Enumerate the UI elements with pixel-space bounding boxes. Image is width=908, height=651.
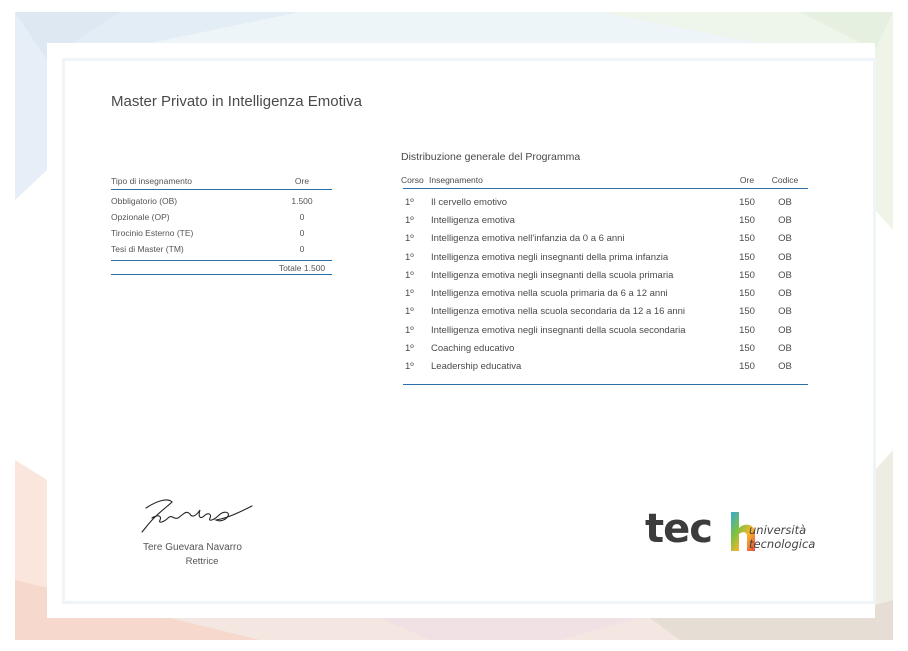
table-row: 1º Coaching educativo 150 OB	[403, 339, 808, 357]
row-hours: 150	[739, 306, 755, 318]
teaching-table-header: Tipo di insegnamento Ore	[111, 176, 332, 190]
row-hours: 150	[739, 251, 755, 263]
row-course: 1º	[405, 324, 414, 336]
header-hours: Ore	[294, 176, 310, 186]
table-row: 1º Leadership educativa 150 OB	[403, 358, 808, 376]
logo-line-universita: università	[749, 523, 807, 537]
header-hours: Ore	[739, 175, 755, 185]
program-table-header: Corso Insegnamento Ore Codice	[401, 172, 808, 189]
signatory-role: Rettrice	[185, 556, 219, 567]
row-type: Tirocinio Esterno (TE)	[111, 228, 194, 238]
row-hours: 1.500	[291, 196, 313, 206]
row-hours: 150	[739, 324, 755, 336]
row-course: 1º	[405, 251, 414, 263]
table-row: 1º Il cervello emotivo 150 OB	[403, 193, 808, 211]
total-row: Totale 1.500	[111, 260, 332, 275]
row-code: OB	[778, 306, 792, 318]
table-end-rule	[403, 383, 808, 385]
teaching-type-table: Tipo di insegnamento Ore Obbligatorio (O…	[111, 176, 332, 275]
row-subject: Intelligenza emotiva	[431, 214, 515, 226]
row-type: Tesi di Master (TM)	[111, 244, 184, 254]
header-type: Tipo di insegnamento	[111, 176, 192, 186]
row-code: OB	[778, 251, 792, 263]
row-hours: 150	[739, 214, 755, 226]
program-table: Corso Insegnamento Ore Codice 1º Il cerv…	[401, 172, 808, 385]
table-row: 1º Intelligenza emotiva nella scuola pri…	[403, 284, 808, 302]
row-hours: 0	[299, 244, 305, 254]
row-code: OB	[778, 324, 792, 336]
logo-line-tecnologica: tecnologica	[749, 537, 816, 551]
row-subject: Intelligenza emotiva nella scuola primar…	[431, 288, 668, 300]
header-code: Codice	[771, 175, 799, 185]
row-code: OB	[778, 361, 792, 373]
row-code: OB	[778, 233, 792, 245]
row-course: 1º	[405, 361, 414, 373]
row-course: 1º	[405, 306, 414, 318]
table-row: 1º Intelligenza emotiva nella scuola sec…	[403, 303, 808, 321]
row-hours: 150	[739, 196, 755, 208]
row-subject: Coaching educativo	[431, 343, 515, 355]
logo-wordmark: tec	[645, 506, 713, 552]
row-course: 1º	[405, 196, 414, 208]
row-subject: Intelligenza emotiva negli insegnanti de…	[431, 251, 669, 263]
row-hours: 150	[739, 233, 755, 245]
row-course: 1º	[405, 288, 414, 300]
row-type: Obbligatorio (OB)	[111, 196, 178, 206]
row-subject: Intelligenza emotiva negli insegnanti de…	[431, 269, 674, 281]
row-subject: Intelligenza emotiva nell'infanzia da 0 …	[431, 233, 625, 245]
row-hours: 0	[299, 228, 305, 238]
tech-university-logo: tec università tecnologica	[645, 506, 830, 556]
table-row: Tesi di Master (TM) 0	[111, 241, 332, 257]
row-code: OB	[778, 288, 792, 300]
total-hours: Totale 1.500	[278, 262, 326, 273]
row-course: 1º	[405, 233, 414, 245]
row-code: OB	[778, 269, 792, 281]
row-subject: Intelligenza emotiva nella scuola second…	[431, 306, 686, 318]
row-course: 1º	[405, 269, 414, 281]
table-row: Obbligatorio (OB) 1.500	[111, 193, 332, 209]
signatory-name: Tere Guevara Navarro	[143, 542, 242, 553]
table-row: 1º Intelligenza emotiva negli insegnanti…	[403, 266, 808, 284]
row-code: OB	[778, 343, 792, 355]
row-code: OB	[778, 196, 792, 208]
program-title: Distribuzione generale del Programma	[401, 151, 581, 163]
table-row: Opzionale (OP) 0	[111, 209, 332, 225]
header-course: Corso	[401, 175, 424, 185]
row-type: Opzionale (OP)	[111, 212, 170, 222]
table-row: 1º Intelligenza emotiva nell'infanzia da…	[403, 230, 808, 248]
certificate-title: Master Privato in Intelligenza Emotiva	[111, 93, 362, 110]
table-row: 1º Intelligenza emotiva negli insegnanti…	[403, 248, 808, 266]
row-hours: 150	[739, 269, 755, 281]
row-subject: Leadership educativa	[431, 361, 522, 373]
row-hours: 0	[299, 212, 305, 222]
row-course: 1º	[405, 214, 414, 226]
row-hours: 150	[739, 361, 755, 373]
row-hours: 150	[739, 343, 755, 355]
row-course: 1º	[405, 343, 414, 355]
handwritten-signature	[141, 499, 253, 533]
row-subject: Il cervello emotivo	[431, 196, 508, 208]
row-hours: 150	[739, 288, 755, 300]
row-code: OB	[778, 214, 792, 226]
table-row: 1º Intelligenza emotiva negli insegnanti…	[403, 321, 808, 339]
header-subject: Insegnamento	[429, 175, 483, 185]
table-row: Tirocinio Esterno (TE) 0	[111, 225, 332, 241]
table-row: 1º Intelligenza emotiva 150 OB	[403, 211, 808, 229]
row-subject: Intelligenza emotiva negli insegnanti de…	[431, 324, 686, 336]
